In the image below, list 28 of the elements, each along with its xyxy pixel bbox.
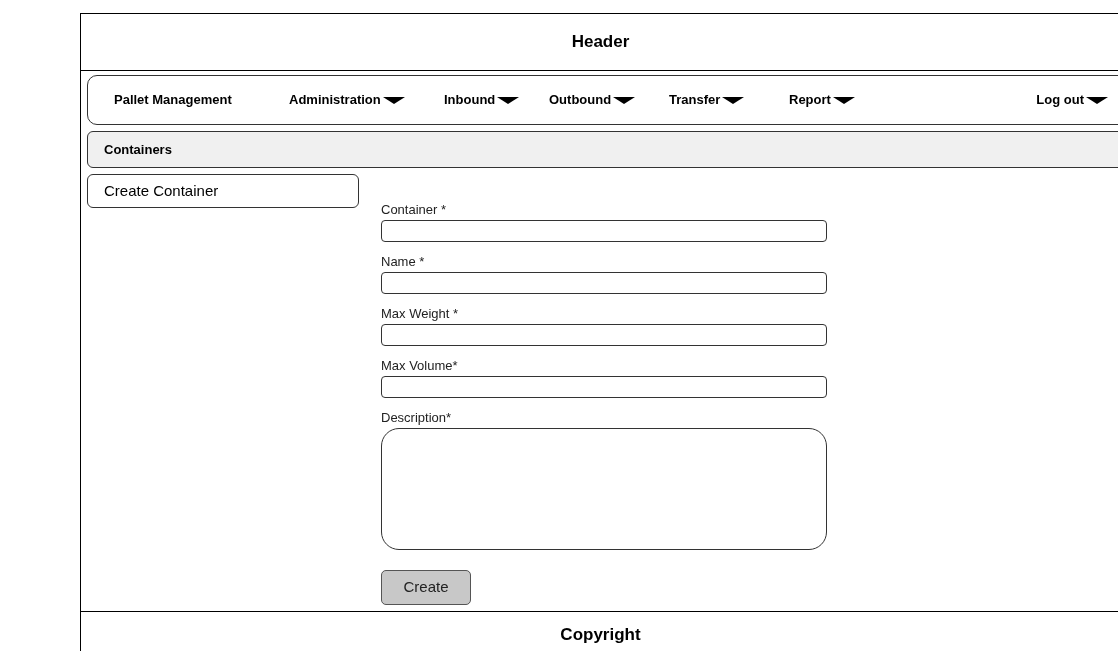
field-label: Max Volume*: [381, 358, 459, 374]
caret-icon: [832, 95, 855, 105]
field-label: Container *: [381, 202, 448, 218]
caret-icon: [1086, 95, 1108, 105]
input-field[interactable]: [381, 376, 827, 398]
sidebar-item[interactable]: Create Container: [87, 174, 359, 208]
caret-icon: [382, 95, 405, 105]
input-field[interactable]: [381, 220, 827, 242]
field-label: Name *: [381, 254, 426, 270]
nav-menu-item[interactable]: Pallet Management: [114, 90, 289, 110]
input-field[interactable]: [381, 324, 827, 346]
nav-menu-item[interactable]: Inbound: [444, 90, 549, 110]
field-label: Description*: [381, 410, 453, 426]
nav-menu-item[interactable]: Report: [789, 90, 899, 110]
caret-icon: [722, 95, 745, 105]
section-title: Containers: [104, 140, 172, 159]
header-title: Header: [571, 31, 630, 54]
field-label: Max Weight *: [381, 306, 460, 322]
nav-menu-item[interactable]: Outbound: [549, 90, 669, 110]
footer-text: Copyright: [560, 624, 641, 646]
nav-menu-item[interactable]: Log out: [1036, 90, 1108, 110]
description-textarea[interactable]: [381, 428, 827, 550]
input-field[interactable]: [381, 272, 827, 294]
nav-menu-item[interactable]: Transfer: [669, 90, 789, 110]
caret-icon: [497, 95, 520, 105]
create-button[interactable]: Create: [381, 570, 471, 605]
caret-icon: [613, 95, 636, 105]
nav-menu-item[interactable]: Administration: [289, 90, 444, 110]
